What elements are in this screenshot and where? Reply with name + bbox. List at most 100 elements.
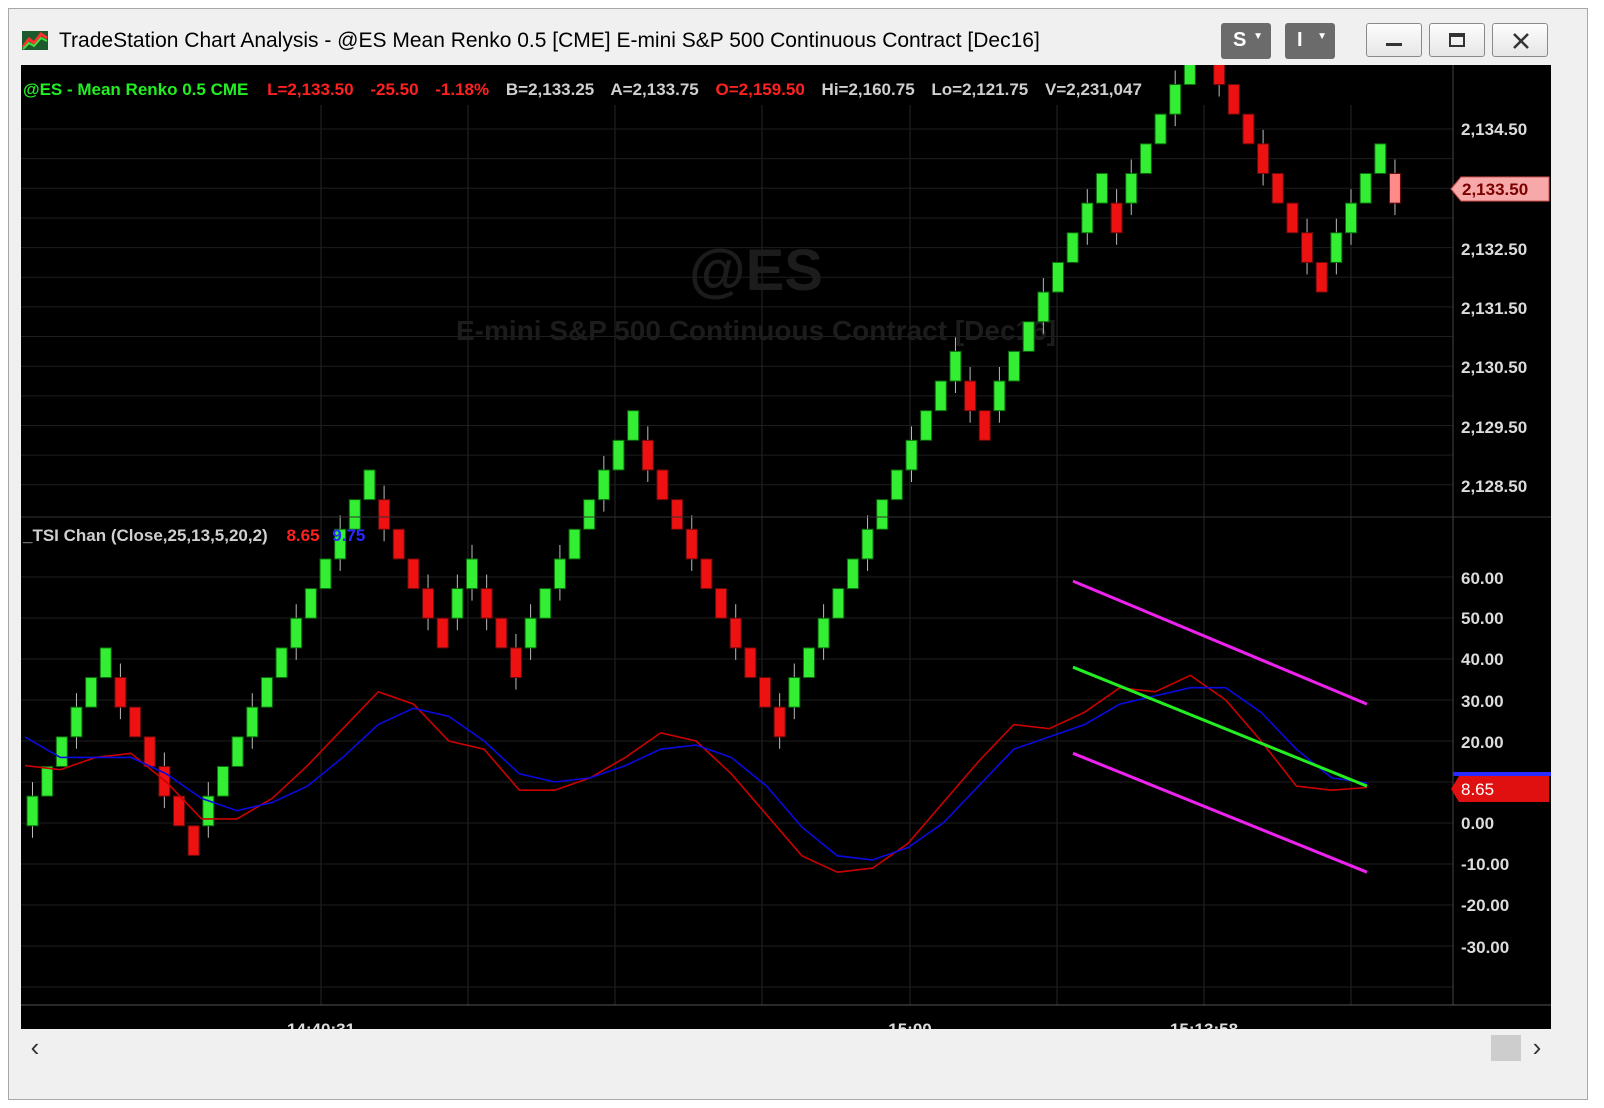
up-brick: [1345, 202, 1357, 234]
up-brick: [216, 765, 229, 797]
scroll-left-arrow-icon[interactable]: ‹: [21, 1029, 49, 1067]
down-brick: [143, 736, 156, 767]
horizontal-scrollbar[interactable]: ‹ ›: [21, 1029, 1551, 1067]
down-brick: [436, 617, 449, 649]
current-price-label: 2,133.50: [1462, 180, 1528, 199]
down-brick: [978, 410, 991, 441]
indicator-tick: 50.00: [1461, 609, 1504, 628]
up-brick: [627, 410, 640, 441]
down-brick: [407, 558, 420, 590]
up-brick: [876, 499, 889, 530]
s-button-label: S: [1233, 29, 1247, 51]
up-brick: [290, 617, 303, 649]
up-brick: [451, 588, 464, 619]
status-line: @ES - Mean Renko 0.5 CME L=2,133.50 -25.…: [23, 80, 1142, 99]
down-brick: [422, 588, 435, 619]
up-brick: [788, 677, 801, 708]
scroll-thumb[interactable]: [1491, 1035, 1521, 1061]
down-brick: [641, 439, 654, 471]
up-brick: [1330, 232, 1343, 263]
up-brick: [85, 677, 98, 708]
up-brick: [1037, 291, 1050, 323]
chevron-down-icon: ▼: [1317, 31, 1327, 42]
indicator-label: _TSI Chan (Close,25,13,5,20,2): [22, 526, 268, 545]
up-brick: [920, 410, 933, 441]
up-brick: [597, 469, 610, 501]
down-brick: [759, 677, 771, 708]
down-brick: [671, 499, 684, 530]
indicator-tick: -20.00: [1461, 896, 1509, 915]
signal-value-marker: [1453, 772, 1551, 776]
down-brick: [129, 706, 142, 738]
volume: V=2,231,047: [1045, 80, 1142, 99]
renko-bricks: [26, 24, 1401, 856]
down-brick: [173, 795, 185, 827]
up-brick: [260, 677, 273, 708]
up-brick: [1052, 261, 1064, 293]
price-tick: 2,129.50: [1461, 418, 1527, 437]
indicator-status-line: _TSI Chan (Close,25,13,5,20,2) 8.65 9.75: [22, 526, 365, 545]
up-brick: [231, 736, 244, 767]
indicator-tick: 60.00: [1461, 569, 1504, 588]
up-brick: [1169, 84, 1182, 115]
up-brick: [1125, 172, 1138, 204]
title-bar[interactable]: TradeStation Chart Analysis - @ES Mean R…: [9, 9, 1587, 65]
down-brick: [1213, 54, 1226, 86]
chevron-down-icon: ▼: [1253, 31, 1263, 42]
up-brick: [466, 558, 478, 590]
up-brick: [1359, 172, 1372, 204]
restore-icon: [1449, 33, 1465, 47]
up-brick: [861, 528, 874, 560]
down-brick: [715, 588, 728, 619]
up-brick: [934, 380, 947, 412]
down-brick: [744, 647, 757, 679]
close-icon: [1513, 33, 1529, 49]
down-brick: [1388, 172, 1401, 204]
indicator-tick: 30.00: [1461, 692, 1504, 711]
watermark-symbol: @ES: [689, 238, 823, 303]
high-price: Hi=2,160.75: [822, 80, 915, 99]
chart-area[interactable]: @ES E-mini S&P 500 Continuous Contract […: [21, 24, 1551, 1065]
up-brick: [41, 765, 54, 797]
down-brick: [1110, 202, 1123, 234]
up-brick: [319, 558, 332, 590]
price-tick: 2,130.50: [1461, 358, 1527, 377]
s-dropdown-button[interactable]: S ▼: [1221, 23, 1271, 59]
down-brick: [114, 677, 127, 708]
close-button[interactable]: [1492, 23, 1548, 57]
up-brick: [99, 647, 112, 679]
price-tick: 2,132.50: [1461, 240, 1527, 259]
chart-window: TradeStation Chart Analysis - @ES Mean R…: [8, 8, 1588, 1100]
low-price: Lo=2,121.75: [931, 80, 1028, 99]
minimize-icon: [1386, 43, 1402, 46]
maximize-button[interactable]: [1429, 23, 1485, 57]
up-brick: [553, 558, 566, 590]
scroll-right-arrow-icon[interactable]: ›: [1523, 1029, 1551, 1067]
indicator-axis: 60.00 50.00 40.00 30.00 20.00 0.00 -10.0…: [1451, 569, 1551, 957]
up-brick: [846, 558, 859, 590]
down-brick: [656, 469, 669, 501]
indicator-current-label: 8.65: [1461, 780, 1494, 799]
signal-value: 9.75: [332, 526, 365, 545]
tsi-value: 8.65: [286, 526, 319, 545]
indicator-tick: -30.00: [1461, 938, 1509, 957]
price-tick: 2,128.50: [1461, 477, 1527, 496]
down-brick: [700, 558, 713, 590]
up-brick: [890, 469, 903, 501]
up-brick: [348, 499, 361, 530]
bid-price: B=2,133.25: [506, 80, 594, 99]
up-brick: [55, 736, 68, 767]
down-brick: [729, 617, 742, 649]
indicator-tick: 20.00: [1461, 733, 1504, 752]
time-label: 15:13:58: [1170, 1020, 1238, 1029]
up-brick: [1183, 54, 1196, 86]
up-brick: [817, 617, 830, 649]
i-dropdown-button[interactable]: I ▼: [1285, 23, 1335, 59]
chart-canvas[interactable]: @ES E-mini S&P 500 Continuous Contract […: [21, 24, 1551, 1039]
up-brick: [1095, 172, 1108, 204]
up-brick: [905, 439, 918, 471]
down-brick: [773, 706, 786, 738]
down-brick: [187, 825, 200, 856]
minimize-button[interactable]: [1366, 23, 1422, 57]
up-brick: [1154, 113, 1167, 145]
